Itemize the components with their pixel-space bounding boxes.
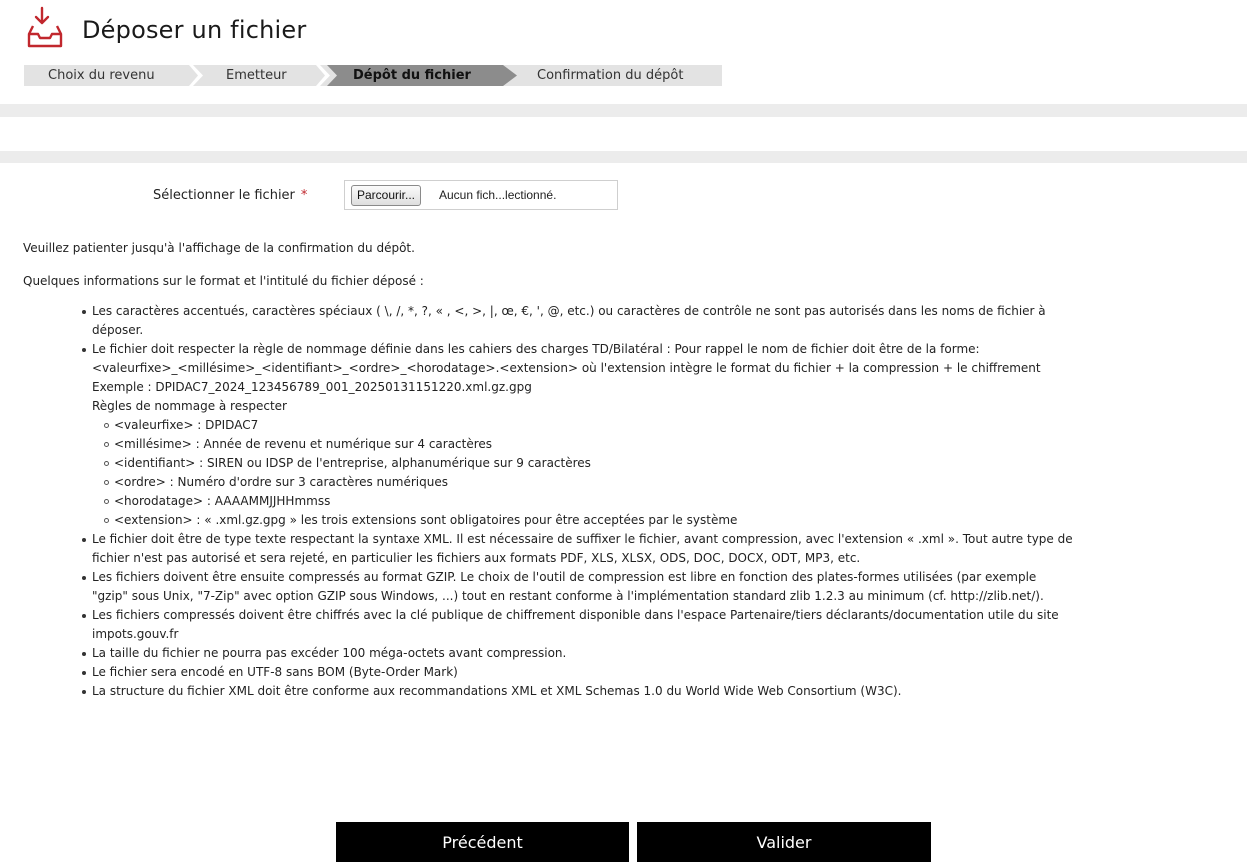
step-confirmation-depot: Confirmation du dépôt: [537, 68, 684, 83]
step-separator-icon: [189, 65, 203, 86]
divider-band: [0, 151, 1247, 163]
step-separator-icon: [316, 65, 330, 86]
list-item: Le fichier sera encodé en UTF-8 sans BOM…: [80, 663, 1240, 682]
list-item: <millésime> : Année de revenu et numériq…: [104, 435, 1240, 454]
required-marker: *: [300, 188, 308, 203]
wait-notice: Veuillez patienter jusqu'à l'affichage d…: [23, 241, 415, 255]
file-status-text: Aucun fich...lectionné.: [439, 188, 557, 202]
list-item: La structure du fichier XML doit être co…: [80, 682, 1240, 701]
step-emetteur: Emetteur: [226, 68, 287, 83]
list-item: <identifiant> : SIREN ou IDSP de l'entre…: [104, 454, 1240, 473]
submit-button[interactable]: Valider: [637, 822, 931, 862]
step-choix-revenu: Choix du revenu: [48, 68, 155, 83]
previous-button[interactable]: Précédent: [336, 822, 629, 862]
file-input[interactable]: Parcourir... Aucun fich...lectionné.: [344, 180, 618, 210]
list-item: <ordre> : Numéro d'ordre sur 3 caractère…: [104, 473, 1240, 492]
divider-band: [0, 104, 1247, 117]
naming-rules-list: <valeurfixe> : DPIDAC7 <millésime> : Ann…: [92, 416, 1240, 530]
file-upload-row: Sélectionner le fichier * Parcourir... Au…: [0, 178, 1247, 213]
browse-button[interactable]: Parcourir...: [351, 185, 422, 206]
list-item: Le fichier doit respecter la règle de no…: [80, 340, 1240, 530]
list-item: <horodatage> : AAAAMMJJHHmmss: [104, 492, 1240, 511]
list-item: Les fichiers doivent être ensuite compre…: [80, 568, 1240, 606]
list-item: <extension> : « .xml.gz.gpg » les trois …: [104, 511, 1240, 530]
file-field-label-text: Sélectionner le fichier: [153, 188, 295, 203]
step-progress-bar: Choix du revenu Emetteur Dépôt du fichie…: [24, 65, 722, 86]
list-item: Le fichier doit être de type texte respe…: [80, 530, 1240, 568]
page-title: Déposer un fichier: [82, 16, 307, 44]
file-field-label: Sélectionner le fichier *: [153, 188, 307, 203]
inbox-download-icon: [27, 6, 63, 48]
list-item: Les caractères accentués, caractères spé…: [80, 302, 1240, 340]
rules-list: Les caractères accentués, caractères spé…: [80, 302, 1240, 701]
format-intro: Quelques informations sur le format et l…: [23, 274, 424, 288]
list-item: La taille du fichier ne pourra pas excéd…: [80, 644, 1240, 663]
list-item: Les fichiers compressés doivent être chi…: [80, 606, 1240, 644]
step-depot-fichier: Dépôt du fichier: [353, 68, 471, 83]
list-item: <valeurfixe> : DPIDAC7: [104, 416, 1240, 435]
